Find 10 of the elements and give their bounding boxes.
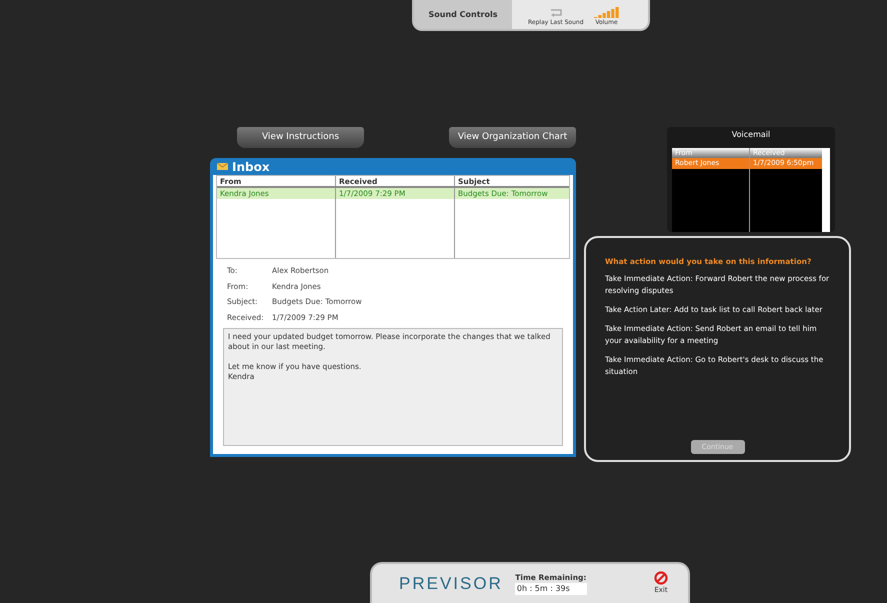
inbox-title: Inbox bbox=[232, 158, 270, 176]
volume-icon bbox=[594, 7, 620, 18]
no-entry-icon bbox=[654, 571, 668, 586]
tab-button[interactable]: View Instructions bbox=[237, 127, 364, 148]
previsor-logo: PREVISOR bbox=[399, 572, 503, 594]
time-field: 0h : 5m : 39s bbox=[514, 583, 587, 596]
sound-controls-title: Sound Controls bbox=[414, 0, 512, 29]
tab-button[interactable]: View Organization Chart bbox=[449, 127, 576, 148]
envelope-icon bbox=[217, 163, 228, 170]
voicemail-title: Voicemail bbox=[732, 129, 770, 141]
